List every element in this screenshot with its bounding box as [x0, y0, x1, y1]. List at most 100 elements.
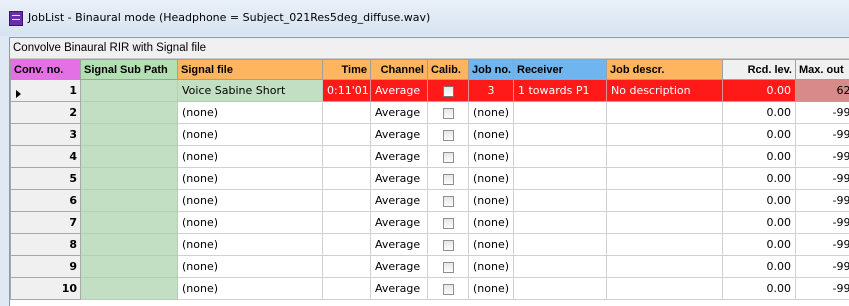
signal-sub-path-cell[interactable] [80, 167, 178, 190]
time-cell[interactable] [322, 101, 371, 124]
calib-cell[interactable] [427, 167, 469, 190]
signal-file-cell[interactable]: (none) [177, 101, 323, 124]
signal-file-cell[interactable]: (none) [177, 277, 323, 300]
rcd-lev-cell[interactable]: 0.00 [722, 189, 796, 212]
channel-cell[interactable]: Average [370, 233, 428, 256]
job-no-cell[interactable]: (none) [468, 123, 514, 146]
max-out-cell[interactable]: -99.00 [795, 189, 849, 212]
table-row[interactable]: 8 (none) Average (none) 0.00-99.00 [10, 233, 849, 256]
col-time[interactable]: Time [322, 59, 371, 80]
checkbox-icon[interactable] [442, 195, 454, 207]
rcd-lev-cell[interactable]: 0.00 [722, 255, 796, 278]
conv-no-cell[interactable]: 8 [10, 233, 81, 256]
calib-cell[interactable] [427, 277, 469, 300]
job-descr-cell[interactable] [606, 123, 723, 146]
conv-no-cell[interactable]: 2 [10, 101, 81, 124]
checkbox-icon[interactable] [442, 173, 454, 185]
rcd-lev-cell[interactable]: 0.00 [722, 277, 796, 300]
signal-sub-path-cell[interactable] [80, 277, 178, 300]
rcd-lev-cell[interactable]: 0.00 [722, 79, 796, 102]
rcd-lev-cell[interactable]: 0.00 [722, 167, 796, 190]
col-conv-no[interactable]: Conv. no. [10, 59, 81, 80]
rcd-lev-cell[interactable]: 0.00 [722, 101, 796, 124]
job-no-cell[interactable]: (none) [468, 145, 514, 168]
channel-cell[interactable]: Average [370, 189, 428, 212]
table-row[interactable]: 6 (none) Average (none) 0.00-99.00 [10, 189, 849, 212]
col-calib[interactable]: Calib. [427, 59, 469, 80]
calib-cell[interactable] [427, 145, 469, 168]
conv-no-cell[interactable]: 9 [10, 255, 81, 278]
max-out-cell[interactable]: -99.00 [795, 167, 849, 190]
job-no-cell[interactable]: (none) [468, 101, 514, 124]
table-row[interactable]: 10 (none) Average (none) 0.00-99.00 [10, 277, 849, 300]
signal-file-cell[interactable]: (none) [177, 211, 323, 234]
rcd-lev-cell[interactable]: 0.00 [722, 145, 796, 168]
receiver-cell[interactable] [513, 145, 607, 168]
max-out-cell[interactable]: -99.00 [795, 101, 849, 124]
checkbox-icon[interactable] [442, 283, 454, 295]
col-job-no[interactable]: Job no. [468, 59, 514, 80]
receiver-cell[interactable] [513, 101, 607, 124]
channel-cell[interactable]: Average [370, 277, 428, 300]
table-row[interactable]: 1 Voice Sabine Short 0:11'01 Average 3 1 towa… [10, 79, 849, 102]
receiver-cell[interactable]: 1 towards P1 [513, 79, 607, 102]
rcd-lev-cell[interactable]: 0.00 [722, 233, 796, 256]
signal-file-cell[interactable]: (none) [177, 233, 323, 256]
signal-sub-path-cell[interactable] [80, 233, 178, 256]
signal-file-cell[interactable]: (none) [177, 145, 323, 168]
receiver-cell[interactable] [513, 277, 607, 300]
conv-no-cell[interactable]: 4 [10, 145, 81, 168]
col-max-out[interactable]: Max. out [795, 59, 849, 80]
signal-sub-path-cell[interactable] [80, 255, 178, 278]
conv-no-cell[interactable]: 1 [10, 79, 81, 102]
time-cell[interactable] [322, 233, 371, 256]
col-channel[interactable]: Channel [370, 59, 428, 80]
calib-cell[interactable] [427, 255, 469, 278]
channel-cell[interactable]: Average [370, 123, 428, 146]
checkbox-icon[interactable] [442, 107, 454, 119]
channel-cell[interactable]: Average [370, 255, 428, 278]
time-cell[interactable] [322, 189, 371, 212]
signal-file-cell[interactable]: (none) [177, 189, 323, 212]
checkbox-icon[interactable] [442, 151, 454, 163]
max-out-cell[interactable]: -99.00 [795, 211, 849, 234]
col-receiver[interactable]: Receiver [513, 59, 607, 80]
job-descr-cell[interactable] [606, 277, 723, 300]
job-descr-cell[interactable] [606, 255, 723, 278]
conv-no-cell[interactable]: 7 [10, 211, 81, 234]
table-row[interactable]: 3 (none) Average (none) 0.00-99.00 [10, 123, 849, 146]
col-rcd-lev[interactable]: Rcd. lev. [722, 59, 796, 80]
calib-cell[interactable] [427, 79, 469, 102]
calib-cell[interactable] [427, 123, 469, 146]
max-out-cell[interactable]: -99.00 [795, 233, 849, 256]
signal-sub-path-cell[interactable] [80, 145, 178, 168]
job-no-cell[interactable]: (none) [468, 233, 514, 256]
signal-file-cell[interactable]: (none) [177, 123, 323, 146]
job-no-cell[interactable]: (none) [468, 189, 514, 212]
job-no-cell[interactable]: (none) [468, 167, 514, 190]
checkbox-icon[interactable] [442, 129, 454, 141]
calib-cell[interactable] [427, 233, 469, 256]
time-cell[interactable] [322, 145, 371, 168]
max-out-cell[interactable]: -99.00 [795, 145, 849, 168]
job-descr-cell[interactable]: No description [606, 79, 723, 102]
table-row[interactable]: 7 (none) Average (none) 0.00-99.00 [10, 211, 849, 234]
receiver-cell[interactable] [513, 189, 607, 212]
col-signal-file[interactable]: Signal file [177, 59, 323, 80]
checkbox-icon[interactable] [442, 217, 454, 229]
conv-no-cell[interactable]: 10 [10, 277, 81, 300]
checkbox-icon[interactable] [442, 239, 454, 251]
rcd-lev-cell[interactable]: 0.00 [722, 123, 796, 146]
calib-cell[interactable] [427, 211, 469, 234]
table-row[interactable]: 5 (none) Average (none) 0.00-99.00 [10, 167, 849, 190]
signal-file-cell[interactable]: Voice Sabine Short [177, 79, 323, 102]
max-out-cell[interactable]: -99.00 [795, 123, 849, 146]
job-no-cell[interactable]: (none) [468, 277, 514, 300]
checkbox-icon[interactable] [442, 85, 454, 97]
receiver-cell[interactable] [513, 123, 607, 146]
job-descr-cell[interactable] [606, 167, 723, 190]
receiver-cell[interactable] [513, 233, 607, 256]
col-job-descr[interactable]: Job descr. [606, 59, 723, 80]
channel-cell[interactable]: Average [370, 211, 428, 234]
col-signal-sub-path[interactable]: Signal Sub Path [80, 59, 178, 80]
